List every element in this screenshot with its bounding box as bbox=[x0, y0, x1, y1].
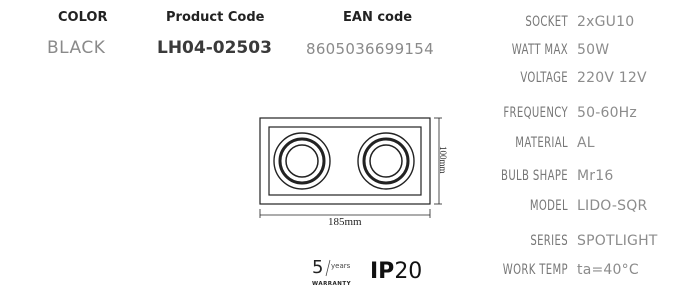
color-header: COLOR bbox=[58, 10, 108, 25]
spec-value-bulb-shape: Mr16 bbox=[577, 168, 614, 184]
spec-value-socket: 2xGU10 bbox=[577, 14, 635, 30]
spec-value-material: AL bbox=[577, 135, 595, 151]
spec-label-bulb-shape: BULB SHAPE bbox=[501, 168, 568, 184]
product-code-value: LH04-02503 bbox=[157, 38, 272, 58]
warranty-years: years bbox=[331, 262, 351, 270]
spec-value-model: LIDO-SQR bbox=[577, 198, 648, 214]
product-code-header: Product Code bbox=[166, 10, 265, 25]
spec-value-voltage: 220V 12V bbox=[577, 70, 647, 86]
ean-value: 8605036699154 bbox=[306, 40, 434, 58]
spec-label-series: SERIES bbox=[530, 233, 568, 249]
spec-value-watt-max: 50W bbox=[577, 42, 610, 58]
spec-label-material: MATERIAL bbox=[515, 135, 568, 151]
spec-value-work-temp: ta=40°C bbox=[577, 262, 639, 278]
ip-number: 20 bbox=[394, 259, 423, 284]
spec-value-series: SPOTLIGHT bbox=[577, 233, 658, 249]
ean-header: EAN code bbox=[343, 10, 413, 25]
height-dimension-label: 100mm bbox=[438, 146, 448, 174]
width-dimension-label: 185mm bbox=[328, 216, 362, 228]
technical-drawing: 185mm 100mm bbox=[250, 110, 450, 235]
warranty-badge: 5 years WARRANTY bbox=[312, 257, 362, 287]
ip-prefix: IP bbox=[370, 259, 395, 284]
warranty-number: 5 bbox=[312, 257, 324, 278]
spec-label-work-temp: WORK TEMP bbox=[502, 262, 568, 278]
color-value: BLACK bbox=[47, 38, 106, 58]
warranty-word: WARRANTY bbox=[312, 281, 352, 287]
spec-label-frequency: FREQUENCY bbox=[503, 105, 568, 121]
ip-rating-badge: IP20 bbox=[370, 259, 422, 284]
spec-label-watt-max: WATT MAX bbox=[511, 42, 568, 58]
spec-label-model: MODEL bbox=[529, 198, 568, 214]
spec-label-socket: SOCKET bbox=[525, 14, 568, 30]
spec-label-voltage: VOLTAGE bbox=[520, 70, 568, 86]
spec-value-frequency: 50-60Hz bbox=[577, 105, 637, 121]
